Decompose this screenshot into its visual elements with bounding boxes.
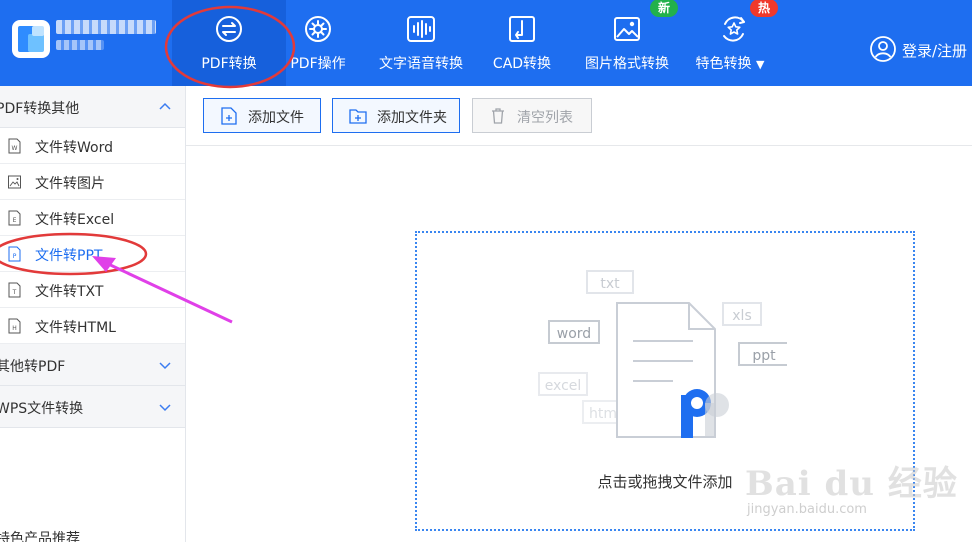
nav-featured-convert[interactable]: 特色转换 ▼ 热 xyxy=(694,0,779,86)
clear-list-label: 清空列表 xyxy=(517,110,573,126)
watermark-main: Bai du 经验 xyxy=(745,464,958,504)
nav-image-format[interactable]: 图片格式转换 新 xyxy=(580,0,679,86)
sidebar-item-file-to-excel[interactable]: E 文件转Excel xyxy=(0,200,185,236)
sidebar-item-label: 文件转PPT xyxy=(35,248,103,264)
txt-file-icon: T xyxy=(8,282,21,298)
waveform-icon xyxy=(407,16,435,42)
sidebar-group-pdf-convert-other[interactable]: PDF转换其他 xyxy=(0,86,185,128)
badge-hot: 热 xyxy=(750,0,779,17)
file-formats-illustration: txt word xls ppt excel html xyxy=(538,270,787,438)
cad-icon xyxy=(509,16,535,42)
baidu-watermark: Bai du 经验 jingyan.baidu.com xyxy=(745,456,957,526)
svg-text:W: W xyxy=(12,145,18,152)
sidebar-item-label: 文件转Excel xyxy=(35,212,115,228)
nav-cad-convert-label: CAD转换 xyxy=(492,56,552,72)
add-file-label: 添加文件 xyxy=(248,110,304,126)
nav-pdf-convert-label: PDF转换 xyxy=(201,56,257,72)
sidebar-item-file-to-ppt[interactable]: P 文件转PPT xyxy=(0,236,185,272)
gear-icon xyxy=(305,16,331,42)
chevron-up-icon xyxy=(159,102,171,110)
app-subtitle-blurred xyxy=(56,40,104,50)
nav-pdf-operations[interactable]: PDF操作 xyxy=(284,0,352,86)
sidebar-group-wps-convert[interactable]: WPS文件转换 xyxy=(0,386,185,428)
html-file-icon: H xyxy=(8,318,21,334)
nav-text-speech-label: 文字语音转换 xyxy=(379,56,463,72)
user-icon xyxy=(870,36,896,62)
format-tag-xls: xls xyxy=(732,308,751,324)
watermark-sub: jingyan.baidu.com xyxy=(747,502,867,517)
sidebar-group-label: WPS文件转换 xyxy=(0,401,84,417)
format-tag-txt: txt xyxy=(600,276,620,292)
add-file-icon xyxy=(221,107,237,125)
nav-pdf-convert[interactable]: PDF转换 xyxy=(172,0,286,86)
format-tag-word: word xyxy=(557,326,591,342)
sidebar-item-file-to-txt[interactable]: T 文件转TXT xyxy=(0,272,185,308)
chevron-down-icon xyxy=(159,362,171,370)
nav-pdf-operations-label: PDF操作 xyxy=(290,56,346,72)
add-folder-button[interactable]: 添加文件夹 xyxy=(332,98,460,133)
nav-featured-convert-label-wrap: 特色转换 ▼ xyxy=(680,53,780,73)
svg-text:H: H xyxy=(12,325,17,332)
app-window: PDF转换 PDF操作 文字语音转换 CAD转换 图片格式转换 新 特色转换 ▼… xyxy=(0,0,972,542)
image-icon xyxy=(614,17,640,41)
svg-text:T: T xyxy=(12,289,17,296)
sidebar-group-label: PDF转换其他 xyxy=(0,101,80,117)
sidebar-item-label: 文件转Word xyxy=(35,140,113,156)
file-toolbar: 添加文件 添加文件夹 清空列表 xyxy=(186,86,972,146)
sidebar-item-label: 文件转HTML xyxy=(35,320,116,336)
sidebar-item-file-to-image[interactable]: 文件转图片 xyxy=(0,164,185,200)
add-folder-label: 添加文件夹 xyxy=(377,110,447,126)
format-tag-excel: excel xyxy=(545,378,582,394)
format-tag-ppt: ppt xyxy=(752,348,776,364)
sidebar-group-label: 其他转PDF xyxy=(0,359,66,375)
sidebar: PDF转换其他 W 文件转Word 文件转图片 E 文件转Excel P 文件转… xyxy=(0,86,186,542)
word-file-icon: W xyxy=(8,138,21,154)
sidebar-item-label: 文件转TXT xyxy=(35,284,104,300)
app-logo xyxy=(12,20,50,58)
chevron-down-icon: ▼ xyxy=(755,58,765,71)
star-refresh-icon xyxy=(723,16,745,42)
chevron-down-icon xyxy=(159,404,171,412)
nav-featured-convert-label: 特色转换 xyxy=(695,56,752,72)
add-folder-icon xyxy=(349,109,367,124)
nav-image-format-label: 图片格式转换 xyxy=(585,56,669,72)
image-file-icon xyxy=(8,175,21,189)
sidebar-item-file-to-html[interactable]: H 文件转HTML xyxy=(0,308,185,344)
svg-text:P: P xyxy=(13,253,17,260)
clear-list-button[interactable]: 清空列表 xyxy=(472,98,592,133)
convert-arrows-icon xyxy=(216,16,242,42)
login-register-button[interactable]: 登录/注册 xyxy=(870,34,972,64)
app-name-blurred xyxy=(56,20,156,34)
nav-cad-convert[interactable]: CAD转换 xyxy=(487,0,557,86)
svg-text:E: E xyxy=(13,217,17,224)
nav-text-speech[interactable]: 文字语音转换 xyxy=(374,0,468,86)
add-file-button[interactable]: 添加文件 xyxy=(203,98,321,133)
featured-products-heading: 特色产品推荐 xyxy=(0,531,80,542)
login-register-label: 登录/注册 xyxy=(902,42,968,60)
trash-icon xyxy=(492,108,504,124)
sidebar-group-other-to-pdf[interactable]: 其他转PDF xyxy=(0,344,185,386)
sidebar-item-label: 文件转图片 xyxy=(35,176,105,192)
top-navigation-bar: PDF转换 PDF操作 文字语音转换 CAD转换 图片格式转换 新 特色转换 ▼… xyxy=(0,0,972,86)
sidebar-item-file-to-word[interactable]: W 文件转Word xyxy=(0,128,185,164)
badge-new: 新 xyxy=(650,0,679,17)
ppt-file-icon: P xyxy=(8,246,21,262)
excel-file-icon: E xyxy=(8,210,21,226)
